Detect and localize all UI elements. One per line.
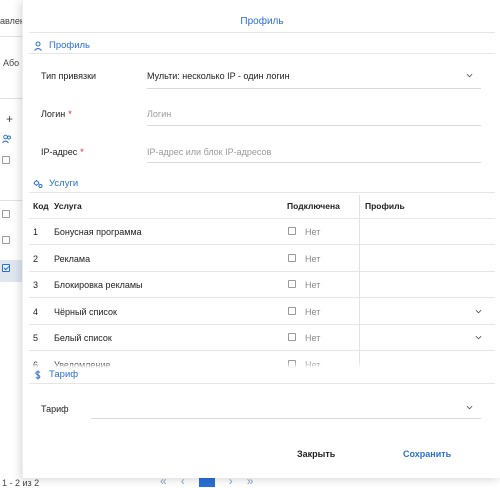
ip-label: IP-адрес *	[41, 147, 84, 157]
section-divider	[29, 53, 495, 54]
connected-checkbox[interactable]	[288, 333, 296, 341]
service-name: Чёрный список	[54, 306, 117, 317]
section-divider	[29, 383, 495, 384]
modal-title-divider	[29, 32, 495, 33]
column-header-connected: Подключена	[287, 201, 340, 211]
profile-section-header: Профиль	[33, 40, 90, 51]
connected-value: Нет	[305, 253, 321, 264]
service-code: 3	[33, 280, 39, 290]
bg-row-checkbox-checked[interactable]	[2, 264, 10, 272]
service-code: 4	[33, 306, 39, 317]
dollar-icon	[35, 370, 41, 379]
bg-pagination-info: 1 - 2 из 2	[2, 478, 40, 488]
bg-row-checkbox[interactable]	[2, 156, 10, 164]
column-header-profile: Профиль	[365, 201, 405, 211]
chevron-down-icon[interactable]	[475, 308, 482, 315]
connected-checkbox[interactable]	[288, 227, 296, 235]
profile-modal: Профиль Профиль Тип привязки Мульти: нес…	[22, 0, 500, 478]
bg-add-button[interactable]: +	[6, 112, 13, 126]
ip-input[interactable]: IP-адрес или блок IP-адресов	[147, 147, 271, 157]
profile-section-title: Профиль	[49, 40, 91, 51]
connected-checkbox[interactable]	[288, 253, 296, 262]
tariff-label: Тариф	[41, 404, 69, 414]
table-row: 5 Белый список Нет	[29, 325, 495, 351]
bg-divider	[0, 98, 22, 99]
connected-value: Нет	[305, 306, 321, 317]
ip-underline	[147, 162, 481, 163]
service-name: Блокировка рекламы	[54, 280, 143, 290]
service-code: 2	[33, 253, 39, 264]
user-icon	[34, 41, 42, 51]
modal-title: Профиль	[240, 16, 284, 27]
bg-users-icon	[2, 134, 11, 144]
services-section-header: Услуги	[33, 178, 78, 189]
connected-value: Нет	[305, 280, 321, 290]
service-name: Бонусная программа	[54, 227, 142, 237]
login-underline	[147, 125, 481, 126]
bg-row-checkbox[interactable]	[2, 236, 10, 244]
service-code: 5	[33, 333, 39, 343]
table-row: 3 Блокировка рекламы Нет	[29, 272, 495, 298]
column-header-code: Код	[33, 201, 49, 211]
connected-checkbox[interactable]	[288, 280, 296, 288]
required-marker: *	[68, 109, 72, 119]
connected-value: Нет	[305, 227, 321, 237]
bg-tab-fragment[interactable]: Або	[3, 58, 19, 68]
chevron-down-icon[interactable]	[475, 334, 482, 341]
bg-divider	[0, 200, 22, 201]
bg-row-checkbox[interactable]	[2, 210, 10, 218]
bg-divider	[0, 36, 22, 37]
gears-icon	[33, 179, 43, 188]
close-button[interactable]: Закрыть	[297, 449, 335, 459]
connected-checkbox[interactable]	[288, 306, 296, 315]
table-row: 2 Реклама Нет	[29, 246, 495, 272]
binding-type-label: Тип привязки	[41, 71, 97, 81]
login-input[interactable]: Логин	[147, 109, 171, 119]
binding-type-underline	[147, 88, 481, 89]
section-divider	[29, 192, 495, 193]
table-row: 1 Бонусная программа Нет	[29, 219, 495, 245]
table-row: 4 Чёрный список Нет	[29, 299, 495, 325]
binding-type-select[interactable]: Мульти: несколько IP - один логин	[147, 71, 290, 81]
chevron-down-icon[interactable]	[466, 72, 473, 79]
connected-value: Нет	[305, 333, 321, 343]
save-button[interactable]: Сохранить	[403, 449, 451, 459]
tariff-select[interactable]	[91, 418, 481, 419]
login-label: Логин *	[41, 109, 72, 119]
required-marker: *	[80, 147, 84, 157]
tariff-section-title: Тариф	[49, 369, 79, 380]
service-name: Реклама	[54, 253, 91, 264]
services-section-title: Услуги	[49, 178, 79, 189]
service-code: 1	[33, 227, 39, 237]
column-header-service: Услуга	[54, 201, 82, 211]
tariff-section-header: Тариф	[33, 369, 78, 380]
service-name: Белый список	[54, 333, 112, 343]
chevron-down-icon[interactable]	[466, 404, 473, 411]
table-fade	[29, 362, 495, 368]
